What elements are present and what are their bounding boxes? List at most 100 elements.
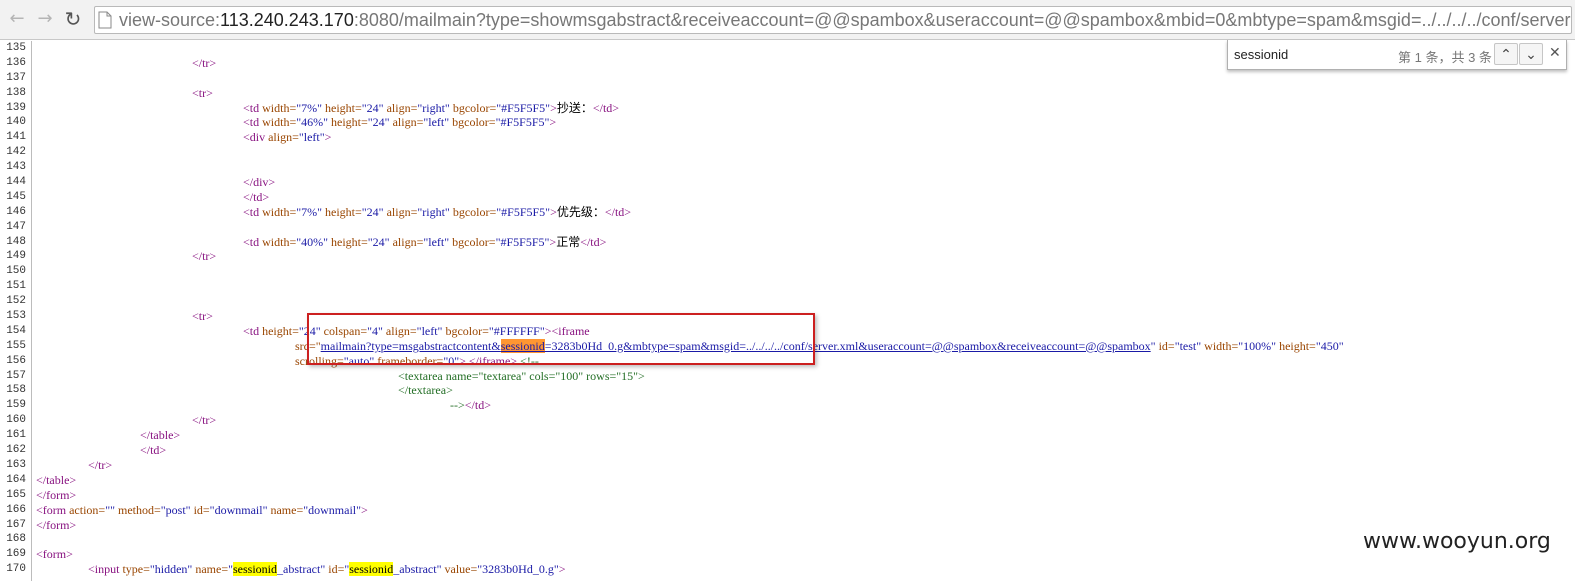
source-line: 166 <form action="" method="post" id="do… [0,503,1575,518]
line-number: 138 [6,86,26,99]
iframe-src-link[interactable]: mailmain?type=msgabstractcontent&session… [320,338,1151,353]
code-text: </form> [36,518,76,533]
attr-value: "#F5F5F5" [495,115,550,130]
tag-token: <tr> [192,85,213,100]
url-host: 113.240.243.170 [220,10,354,30]
attr-name: align= [392,115,424,130]
attr-value: "#F5F5F5" [496,100,551,115]
source-line: 150 [0,264,1575,279]
tag-token: <tr> [192,309,213,324]
attr-value: "left" [423,115,450,130]
tag-token: </td> [580,234,607,249]
tag-token: </iframe> [468,353,518,368]
source-line: 139 <td width="7%" height="24" align="ri… [0,101,1575,116]
tag-token: <td [243,100,260,115]
attr-value: "left" [298,130,325,145]
attr-name: action= [69,502,106,517]
tag-token: <input [88,562,120,577]
source-line: 164 </table> [0,473,1575,488]
tag-token: </tr> [192,249,217,264]
attr-name: height= [262,323,299,338]
line-number: 142 [6,146,26,159]
code-text: src="mailmain?type=msgabstractcontent&se… [295,338,1344,354]
code-text: </tr> [192,413,216,428]
attr-value: "left" [416,323,443,338]
tag-token: </tr> [88,457,113,472]
attr-name: width= [262,100,297,115]
attr-name: id= [193,502,210,517]
code-text: </form> [36,488,76,503]
attr-name: scrolling= [295,353,344,368]
address-bar[interactable]: view-source:113.240.243.170:8080/mailmai… [94,6,1572,34]
code-text: <tr> [192,309,213,324]
reload-icon[interactable]: ↻ [62,8,84,30]
tag-token: <td [243,234,260,249]
tag-token: > [361,502,368,517]
source-line: 162 </td> [0,443,1575,458]
tag-token: <div [243,130,266,145]
tag-token: <td [243,323,260,338]
attr-value: "test" [1174,338,1202,353]
line-number: 168 [6,533,26,546]
forward-arrow-icon[interactable]: → [34,8,56,30]
attr-value: "24" [367,115,390,130]
attr-name: method= [117,502,161,517]
attr-value: "post" [160,502,191,517]
attr-value: "auto" [343,353,375,368]
source-line: 142 [0,145,1575,160]
attr-name: name= [270,502,304,517]
comment-text: <textarea name="textarea" cols="100" row… [398,368,645,383]
source-line: 140 <td width="46%" height="24" align="l… [0,115,1575,130]
attr-name: height= [331,115,368,130]
source-line: 160 </tr> [0,413,1575,428]
attr-value: "100%" [1238,338,1277,353]
line-number: 156 [6,354,26,367]
line-number: 165 [6,488,26,501]
search-match: sessionid [349,562,394,577]
source-line: 145 </td> [0,190,1575,205]
attr-value: "24" [367,234,390,249]
attr-value: "downmail" [303,502,362,517]
tag-token: > [324,130,332,145]
source-line: 152 [0,294,1575,309]
line-number: 146 [6,205,26,218]
line-number: 150 [6,265,26,278]
code-text: </tr> [192,56,216,71]
line-number: 157 [6,369,26,382]
attr-name: align= [385,323,417,338]
line-number: 161 [6,429,26,442]
line-number: 154 [6,324,26,337]
attr-name: bgcolor= [445,323,489,338]
source-line: 153 <tr> [0,309,1575,324]
attr-name: align= [392,234,424,249]
url-path: :8080/mailmain?type=showmsgabstract&rece… [353,10,1572,30]
attr-name: align= [268,130,299,145]
tag-token: </tr> [192,55,217,70]
attr-value: "" [105,502,115,517]
attr-name: bgcolor= [452,100,497,115]
source-line: 155 src="mailmain?type=msgabstractconten… [0,338,1575,354]
source-line: 136 </tr> [0,56,1575,71]
source-view: 135 136 </tr> 137 138 <tr> 139 <td width… [0,41,1575,581]
comment-text: </textarea> [398,383,453,398]
tag-token: <td [243,115,260,130]
link-text: mailmain?type=msgabstractcontent& [320,338,501,353]
tag-token: </table> [36,472,77,487]
source-line: 167 </form> [0,518,1575,533]
tag-token: </table> [140,428,181,443]
tag-token: </td> [592,100,620,115]
attr-value: "hidden" [149,562,193,577]
code-text: <td height="24" colspan="4" align="left"… [243,324,590,339]
source-line: 158 </textarea> [0,383,1575,398]
attr-value: "450" [1315,338,1344,353]
code-text: </textarea> [398,383,453,398]
source-line: 137 [0,71,1575,86]
attr-name: bgcolor= [452,234,496,249]
attr-name: height= [325,204,362,219]
tag-token: <form [36,502,67,517]
page-icon [98,11,112,29]
source-line: 156 scrolling="auto" frameborder="0"> </… [0,354,1575,369]
source-line: 141 <div align="left"> [0,130,1575,145]
back-arrow-icon[interactable]: ← [6,8,28,30]
code-text: <tr> [192,86,213,101]
